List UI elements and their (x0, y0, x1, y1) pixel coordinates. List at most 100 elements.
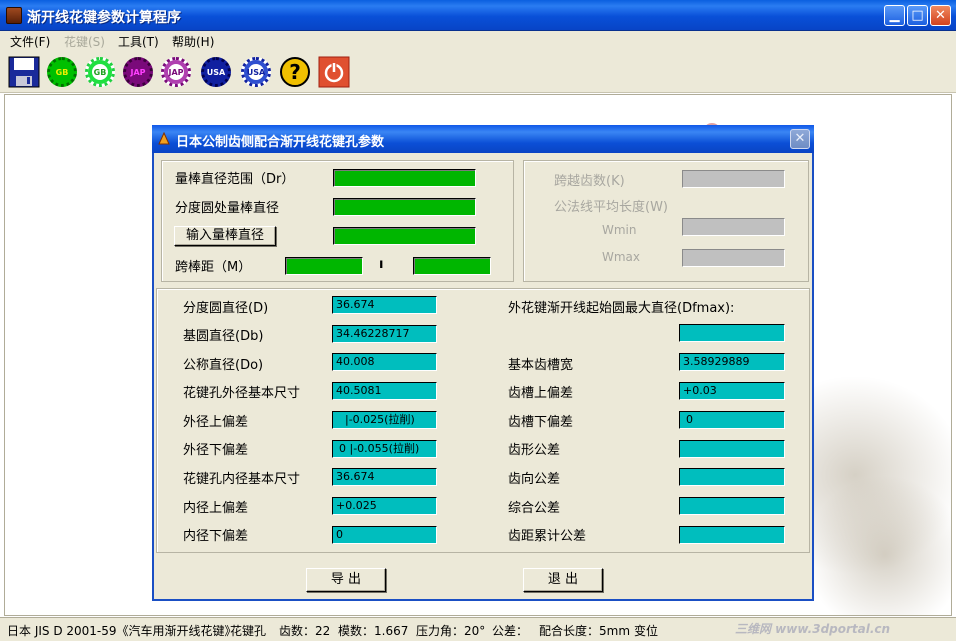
param-label: 公称直径(Do) (183, 358, 264, 373)
window-title: 渐开线花键参数计算程序 (27, 10, 181, 26)
menu-bar: 文件(F) 花键(S) 工具(T) 帮助(H) (0, 31, 956, 51)
dfmax-field (679, 324, 785, 342)
param-label: 分度圆直径(D) (183, 301, 269, 316)
wmax-label: Wmax (602, 250, 641, 264)
save-button[interactable] (7, 55, 41, 89)
gb-internal-button[interactable]: GB (83, 55, 117, 89)
common-normal-label: 公法线平均长度(W) (554, 200, 668, 215)
minimize-button[interactable]: ▁ (884, 5, 905, 26)
gb-external-button[interactable]: GB (45, 55, 79, 89)
param-label: 齿槽下偏差 (508, 415, 574, 430)
close-button[interactable]: ✕ (930, 5, 951, 26)
usa-gear-icon: USA (241, 57, 271, 87)
close-icon: ✕ (935, 8, 946, 23)
close-icon: ✕ (794, 131, 806, 146)
param-label: 齿形公差 (508, 443, 561, 458)
param-label: 内径上偏差 (183, 501, 249, 516)
gb-gear-icon: GB (85, 57, 115, 87)
status-modification: 变位 (634, 624, 659, 638)
maximize-icon: □ (911, 8, 924, 23)
profile-tolerance-field (679, 440, 785, 458)
jap-internal-button[interactable]: JAP (159, 55, 193, 89)
status-standard: 日本 JIS D 2001-59《汽车用渐开线花键》 (7, 624, 237, 638)
wmax-field (682, 249, 785, 267)
space-lower-deviation-field: 0 (679, 411, 785, 429)
exit-toolbar-button[interactable] (317, 55, 351, 89)
param-label: 外径上偏差 (183, 415, 249, 430)
gb-gear-icon: GB (47, 57, 77, 87)
param-label: 花键孔外径基本尺寸 (183, 386, 301, 401)
wmin-field (682, 218, 785, 236)
watermark: 三维网 www.3dportal.cn (735, 622, 891, 636)
param-label: 花键孔内径基本尺寸 (183, 472, 301, 487)
space-upper-deviation-field: +0.03 (679, 382, 785, 400)
window-title-bar[interactable]: 渐开线花键参数计算程序 ▁ □ ✕ (0, 0, 956, 31)
param-label: 齿向公差 (508, 472, 561, 487)
pitch-rod-field (333, 198, 476, 216)
span-min-field (285, 257, 363, 275)
base-diameter-field: 34.46228717 (332, 325, 437, 343)
app-icon (6, 7, 22, 24)
maximize-button[interactable]: □ (907, 5, 928, 26)
usa-gear-icon: USA (201, 57, 231, 87)
status-pressure-angle: 压力角：20° (416, 624, 486, 638)
param-label: 外径下偏差 (183, 443, 249, 458)
outer-diameter-field: 40.5081 (332, 382, 437, 400)
outer-upper-deviation-field: |-0.025(拉削) (332, 411, 437, 429)
span-max-field (413, 257, 491, 275)
input-rod-diameter-button[interactable]: 输入量棒直径 (174, 226, 276, 246)
wmin-label: Wmin (602, 223, 637, 237)
param-label: 内径下偏差 (183, 529, 249, 544)
outer-lower-deviation-field: 0 |-0.055(拉削) (332, 440, 437, 458)
menu-help[interactable]: 帮助(H) (172, 33, 214, 50)
dialog-close-button[interactable]: ✕ (790, 129, 810, 149)
param-label: 基本齿槽宽 (508, 358, 574, 373)
dialog-title: 日本公制齿侧配合渐开线花键孔参数 (176, 135, 385, 150)
jap-gear-icon: JAP (123, 57, 153, 87)
help-icon: ? (280, 57, 310, 87)
spline-parameter-dialog: 日本公制齿侧配合渐开线花键孔参数 ✕ 量棒直径范围（Dr） 分度圆处量棒直径 输… (152, 125, 814, 601)
cumulative-pitch-tolerance-field (679, 526, 785, 544)
menu-file[interactable]: 文件(F) (10, 33, 50, 50)
inner-upper-deviation-field: +0.025 (332, 497, 437, 515)
dfmax-label: 外花键渐开线起始圆最大直径(Dfmax): (508, 301, 735, 316)
export-button[interactable]: 导 出 (306, 568, 386, 592)
save-icon (8, 56, 40, 88)
help-button[interactable]: ? (278, 55, 312, 89)
nominal-diameter-field: 40.008 (332, 353, 437, 371)
param-label: 齿槽上偏差 (508, 386, 574, 401)
dr-range-label: 量棒直径范围（Dr） (175, 172, 295, 187)
status-type: 花键孔 (230, 624, 267, 638)
status-fit-length: 配合长度：5mm (539, 624, 631, 638)
minimize-icon: ▁ (889, 8, 900, 23)
status-tolerance: 公差： (492, 624, 529, 638)
menu-spline[interactable]: 花键(S) (64, 33, 105, 50)
dialog-title-bar[interactable]: 日本公制齿侧配合渐开线花键孔参数 ✕ (152, 125, 814, 153)
inner-diameter-field: 36.674 (332, 468, 437, 486)
rod-diameter-input[interactable] (333, 227, 476, 245)
pitch-rod-label: 分度圆处量棒直径 (175, 201, 280, 216)
param-label: 基圆直径(Db) (183, 329, 264, 344)
lead-tolerance-field (679, 468, 785, 486)
param-label: 齿距累计公差 (508, 529, 587, 544)
param-label: 综合公差 (508, 501, 561, 516)
inner-lower-deviation-field: 0 (332, 526, 437, 544)
cross-teeth-field (682, 170, 785, 188)
status-module: 模数：1.667 (338, 624, 409, 638)
exit-button[interactable]: 退 出 (523, 568, 603, 592)
space-width-field: 3.58929889 (679, 353, 785, 371)
cross-teeth-label: 跨越齿数(K) (554, 174, 625, 189)
usa-internal-button[interactable]: USA (239, 55, 273, 89)
status-teeth: 齿数：22 (279, 624, 331, 638)
dr-range-field (333, 169, 476, 187)
usa-external-button[interactable]: USA (199, 55, 233, 89)
menu-tools[interactable]: 工具(T) (118, 33, 159, 50)
span-separator: ı (379, 257, 384, 272)
dialog-app-icon (158, 132, 170, 145)
power-icon (318, 56, 350, 88)
pitch-diameter-field: 36.674 (332, 296, 437, 314)
span-label: 跨棒距（M） (175, 260, 252, 275)
jap-external-button[interactable]: JAP (121, 55, 155, 89)
jap-gear-icon: JAP (161, 57, 191, 87)
toolbar: GB GB JAP JAP USA USA ? (0, 51, 956, 93)
